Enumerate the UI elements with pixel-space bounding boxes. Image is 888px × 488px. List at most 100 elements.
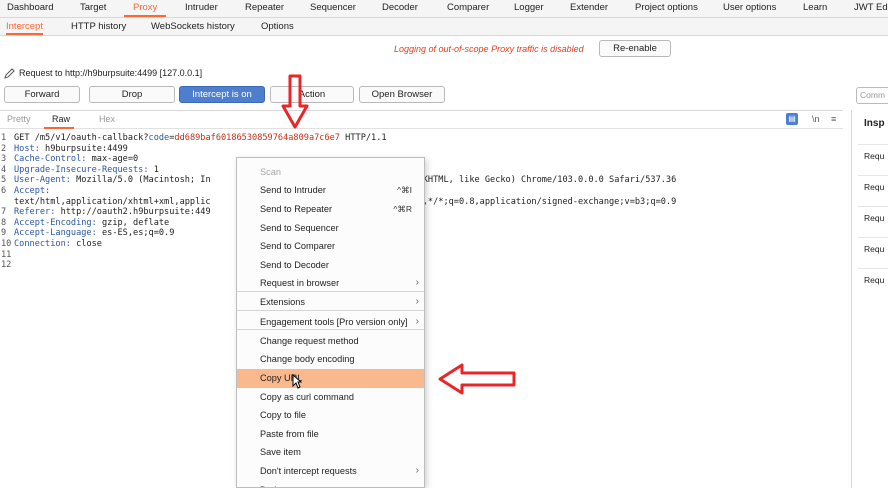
menu-item-send-to-comparer[interactable]: Send to Comparer (237, 237, 424, 256)
main-tab-bar: Dashboard Target Proxy Intruder Repeater Sequ… (0, 0, 888, 18)
inspector-section[interactable]: Requ (858, 144, 888, 166)
menu-item-request-in-browser[interactable]: Request in browser › (237, 274, 424, 293)
subtab-http-history[interactable]: HTTP history (71, 18, 126, 35)
code-line: Cache-Control: max-age=0 (14, 154, 138, 165)
menu-item-label: Send to Repeater (260, 204, 333, 214)
line-number: 12 (1, 260, 12, 271)
inspector-section[interactable]: Requ (858, 237, 888, 259)
forward-button[interactable]: Forward (4, 86, 80, 103)
line-number: 1 (1, 133, 7, 143)
tab-project-options[interactable]: Project options (635, 0, 698, 17)
inspector-section[interactable]: Requ (858, 175, 888, 197)
shortcut-hint: ^⌘I (397, 185, 412, 195)
menu-item-paste-from-file[interactable]: Paste from file (237, 425, 424, 444)
menu-item-label: Send to Sequencer (260, 223, 339, 233)
header-name: Host: (14, 143, 40, 154)
shortcut-hint: ^⌘R (393, 204, 412, 214)
menu-item-copy-to-file[interactable]: Copy to file (237, 406, 424, 425)
menu-item-label: Send to Decoder (260, 260, 329, 270)
menu-item-label: Paste from file (260, 429, 319, 439)
header-name: Upgrade-Insecure-Requests: (14, 164, 149, 175)
menu-item-copy-as-curl-command[interactable]: Copy as curl command (237, 388, 424, 407)
menu-item-label: Extensions (260, 297, 305, 307)
newline-toggle-icon[interactable]: \n (812, 113, 820, 125)
menu-item-extensions[interactable]: Extensions › (237, 293, 424, 312)
menu-item-send-to-intruder[interactable]: Send to Intruder ^⌘I (237, 181, 424, 200)
code-text: http://oauth2.h9burpsuite:449 (55, 207, 211, 218)
tab-hex[interactable]: Hex (99, 114, 115, 124)
open-browser-button[interactable]: Open Browser (359, 86, 445, 103)
menu-item-send-to-decoder[interactable]: Send to Decoder (237, 256, 424, 275)
submenu-chevron-icon: › (415, 296, 419, 307)
comment-input[interactable]: Comm (856, 87, 888, 104)
tab-repeater[interactable]: Repeater (245, 0, 284, 17)
submenu-chevron-icon: › (415, 277, 419, 288)
tab-comparer[interactable]: Comparer (447, 0, 489, 17)
line-number: 6 (1, 186, 7, 196)
message-actions-icon[interactable]: ▤ (786, 113, 798, 125)
line-number: 3 (1, 154, 7, 165)
tab-target[interactable]: Target (80, 0, 106, 17)
pencil-icon[interactable] (4, 68, 15, 79)
drop-button[interactable]: Drop (89, 86, 175, 103)
menu-item-send-to-repeater[interactable]: Send to Repeater ^⌘R (237, 200, 424, 219)
tab-decoder[interactable]: Decoder (382, 0, 418, 17)
line-number: 9 (1, 228, 7, 239)
line-number: 2 (1, 143, 7, 154)
header-name: Cache-Control: (14, 154, 87, 165)
menu-item-copy-url[interactable]: Copy URL (237, 369, 424, 388)
intercept-toggle-button[interactable]: Intercept is on (179, 86, 265, 103)
subtab-options[interactable]: Options (261, 18, 294, 35)
subtab-intercept[interactable]: Intercept (6, 18, 43, 35)
code-line: Referer: http://oauth2.h9burpsuite:449 (14, 207, 211, 218)
menu-separator (237, 291, 424, 292)
tab-learn[interactable]: Learn (803, 0, 827, 17)
tab-raw[interactable]: Raw (52, 114, 70, 124)
menu-item-send-to-sequencer[interactable]: Send to Sequencer (237, 219, 424, 238)
tab-dashboard[interactable]: Dashboard (7, 0, 53, 17)
tab-user-options[interactable]: User options (723, 0, 776, 17)
code-text: HTTP/1.1 (340, 133, 387, 143)
code-line: Host: h9burpsuite:4499 (14, 144, 128, 155)
menu-item-change-body-encoding[interactable]: Change body encoding (237, 350, 424, 369)
context-menu: Scan Send to Intruder ^⌘I Send to Repeater ^… (236, 157, 425, 488)
menu-item-label: Change body encoding (260, 354, 355, 364)
code-line: Accept-Encoding: gzip, deflate (14, 218, 169, 229)
menu-item-do-intercept[interactable]: Do intercept› (237, 481, 424, 487)
menu-item-scan: Scan (237, 163, 424, 182)
menu-item-label: Send to Intruder (260, 185, 326, 195)
tab-pretty[interactable]: Pretty (7, 114, 31, 124)
editor-menu-icon[interactable]: ≡ (831, 113, 836, 125)
proxy-sub-tab-bar: Intercept HTTP history WebSockets history O… (0, 18, 888, 36)
tab-proxy[interactable]: Proxy (124, 0, 167, 17)
menu-item-label: Engagement tools [Pro version only] (260, 317, 408, 327)
code-line: GET /m5/v1/oauth-callback?code=dd689baf6… (14, 133, 387, 144)
code-text: text/html,application/xhtml+xml,applic (14, 196, 211, 207)
menu-item-label: Scan (260, 167, 281, 177)
menu-item-change-request-method[interactable]: Change request method (237, 332, 424, 351)
menu-separator (237, 310, 424, 311)
tab-logger[interactable]: Logger (514, 0, 544, 17)
tab-sequencer[interactable]: Sequencer (310, 0, 356, 17)
menu-item-label: Copy as curl command (260, 392, 354, 402)
subtab-websockets-history[interactable]: WebSockets history (151, 18, 235, 35)
menu-item-label: Change request method (260, 336, 359, 346)
menu-separator (237, 329, 424, 330)
code-text: max-age=0 (86, 154, 139, 165)
menu-item-don-t-intercept-requests[interactable]: Don't intercept requests › (237, 462, 424, 481)
request-target-label: Request to http://h9burpsuite:4499 [127.… (19, 68, 203, 78)
tab-jwt-ed[interactable]: JWT Ed (854, 0, 888, 17)
inspector-section[interactable]: Requ (858, 268, 888, 290)
header-name: Accept: (14, 186, 51, 196)
inspector-section[interactable]: Requ (858, 206, 888, 228)
line-number: 8 (1, 217, 7, 228)
menu-item-save-item[interactable]: Save item (237, 443, 424, 462)
code-text: 1 (148, 164, 159, 175)
raw-tab-indicator (44, 127, 74, 129)
tab-intruder[interactable]: Intruder (185, 0, 218, 17)
header-name: Connection: (14, 239, 71, 249)
line-number: 10 (1, 239, 12, 249)
re-enable-button[interactable]: Re-enable (599, 40, 671, 57)
tab-extender[interactable]: Extender (570, 0, 608, 17)
code-text: es-ES,es;q=0.9 (96, 228, 175, 239)
